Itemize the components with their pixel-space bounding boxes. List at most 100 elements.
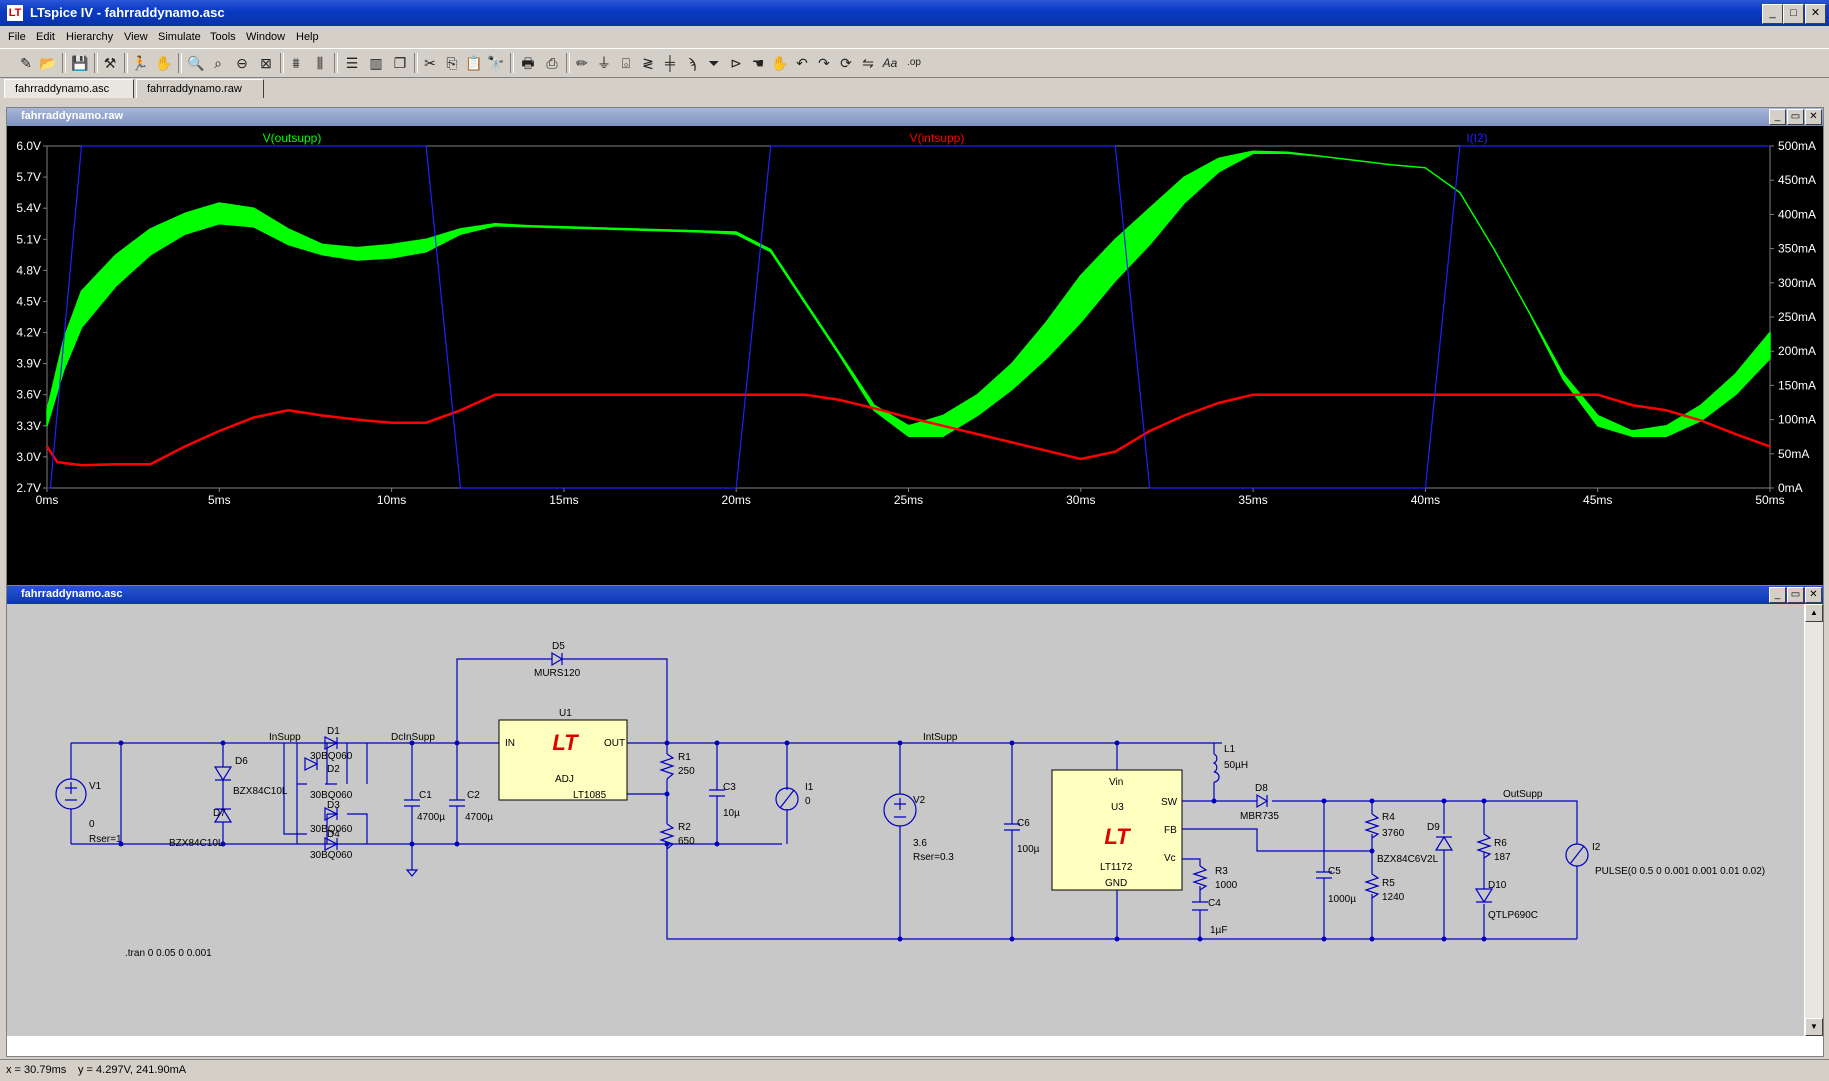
drag-icon[interactable]: ✋ [770, 53, 790, 73]
ground-icon[interactable]: ⏚ [594, 53, 614, 73]
menu-file[interactable]: File [8, 31, 26, 43]
paste-icon[interactable]: 📋 [464, 53, 484, 73]
menu-window[interactable]: Window [246, 31, 285, 43]
y-left-tick-label: 5.7V [16, 170, 41, 184]
waveform-plot[interactable]: 0ms 5ms 10ms 15ms 20ms 25ms 30ms 35ms 40ms 45ms 50… [7, 126, 1823, 588]
cut-icon[interactable]: ✂ [420, 53, 440, 73]
waveform-restore-button[interactable]: ▭ [1787, 109, 1804, 125]
toolbar-separator [280, 53, 284, 73]
menu-help[interactable]: Help [296, 31, 319, 43]
halt-icon[interactable]: ✋ [154, 53, 174, 73]
svg-text:U1: U1 [559, 708, 572, 719]
open-icon[interactable]: 📂 [38, 53, 58, 73]
minimize-button[interactable]: _ [1762, 4, 1783, 24]
chart-legend: V(outsupp) V(intsupp) I(I2) [263, 131, 1488, 145]
zoom-fit-icon[interactable]: ⊠ [256, 53, 276, 73]
svg-text:PULSE(0 0.5 0 0.001 0.001 0.01: PULSE(0 0.5 0 0.001 0.001 0.01 0.02) [1595, 866, 1765, 877]
c1-capacitor-icon [404, 799, 420, 807]
svg-text:4700µ: 4700µ [465, 812, 493, 823]
waveform-close-button[interactable]: ✕ [1805, 109, 1822, 125]
copy-icon[interactable]: ⎘ [442, 53, 462, 73]
label-net-icon[interactable]: ⌺ [616, 53, 636, 73]
svg-text:0: 0 [89, 819, 95, 830]
y-right-tick-label: 500mA [1778, 139, 1816, 153]
zoom-pan-icon[interactable]: ⌕ [208, 53, 228, 73]
svg-text:C5: C5 [1328, 866, 1341, 877]
undo-icon[interactable]: ↶ [792, 53, 812, 73]
component-icon[interactable]: ⊳ [726, 53, 746, 73]
svg-text:0: 0 [805, 796, 811, 807]
scroll-up-icon[interactable]: ▲ [1805, 604, 1823, 622]
new-schematic-icon[interactable]: ✎ [16, 53, 36, 73]
tab-waveform[interactable]: fahrraddynamo.raw [136, 79, 264, 98]
svg-text:BZX84C6V2L: BZX84C6V2L [1377, 854, 1439, 865]
scroll-down-icon[interactable]: ▼ [1805, 1018, 1823, 1036]
zoom-out-icon[interactable]: ⊖ [232, 53, 252, 73]
ltspice-logo-icon: LT [7, 5, 23, 21]
svg-text:D3: D3 [327, 800, 340, 811]
r1-resistor-icon [659, 753, 675, 780]
autorange-icon[interactable]: ⩩ [286, 53, 306, 73]
svg-text:4700µ: 4700µ [417, 812, 445, 823]
svg-text:QTLP690C: QTLP690C [1488, 910, 1538, 921]
menu-tools[interactable]: Tools [210, 31, 236, 43]
toolbar-separator [566, 53, 570, 73]
svg-text:30BQ060: 30BQ060 [310, 751, 353, 762]
menu-view[interactable]: View [124, 31, 148, 43]
waveform-chart[interactable]: 0ms 5ms 10ms 15ms 20ms 25ms 30ms 35ms 40ms 45ms 50… [7, 126, 1823, 588]
menu-edit[interactable]: Edit [36, 31, 55, 43]
schematic-components [55, 651, 1589, 911]
diode-icon[interactable]: ⏷ [704, 53, 724, 73]
svg-text:D4: D4 [327, 829, 340, 840]
schematic-canvas[interactable]: LT LT InSupp DcInSupp IntSupp OutSupp V1… [7, 604, 1804, 1036]
tile-vertical-icon[interactable]: ▥ [366, 53, 386, 73]
svg-text:R1: R1 [678, 752, 691, 763]
move-icon[interactable]: ☚ [748, 53, 768, 73]
svg-text:I1: I1 [805, 782, 814, 793]
maximize-button[interactable]: □ [1783, 4, 1804, 24]
inductor-icon[interactable]: ϡ [682, 53, 702, 73]
find-icon[interactable]: 🔭 [486, 53, 506, 73]
tab-schematic[interactable]: fahrraddynamo.asc [4, 79, 134, 98]
y-left-tick-label: 3.0V [16, 450, 41, 464]
waveform-minimize-button[interactable]: _ [1769, 109, 1786, 125]
svg-text:D2: D2 [327, 764, 340, 775]
svg-text:Vin: Vin [1109, 777, 1123, 788]
run-icon[interactable]: 🏃 [130, 53, 150, 73]
schematic-minimize-button[interactable]: _ [1769, 587, 1786, 603]
capacitor-icon[interactable]: ╪ [660, 53, 680, 73]
svg-text:1240: 1240 [1382, 892, 1405, 903]
schematic-title-bar[interactable]: fahrraddynamo.asc _ ▭ ✕ [7, 586, 1823, 604]
control-panel-icon[interactable]: ⚒ [100, 53, 120, 73]
draw-wire-icon[interactable]: ✏ [572, 53, 592, 73]
zoom-in-icon[interactable]: 🔍 [186, 53, 206, 73]
y-left-tick-label: 5.1V [16, 232, 41, 246]
mirror-icon[interactable]: ⇋ [858, 53, 878, 73]
app-title-bar[interactable]: LT LTspice IV - fahrraddynamo.asc _ □ ✕ [0, 0, 1829, 26]
fit-x-icon[interactable]: ⫼ [310, 53, 330, 73]
l1-inductor-icon [1212, 753, 1220, 783]
save-icon[interactable]: 💾 [70, 53, 90, 73]
schematic-vertical-scrollbar[interactable]: ▲ ▼ [1805, 604, 1823, 1036]
schematic-close-button[interactable]: ✕ [1805, 587, 1822, 603]
resistor-icon[interactable]: ≷ [638, 53, 658, 73]
waveform-title-bar[interactable]: fahrraddynamo.raw _ ▭ ✕ [7, 108, 1823, 126]
menu-simulate[interactable]: Simulate [158, 31, 201, 43]
svg-text:Vc: Vc [1164, 853, 1176, 864]
spice-directive-icon[interactable]: .op [904, 53, 924, 73]
schematic-restore-button[interactable]: ▭ [1787, 587, 1804, 603]
tile-horizontal-icon[interactable]: ☰ [342, 53, 362, 73]
print-icon[interactable]: ⎙ [542, 53, 562, 73]
svg-text:D7: D7 [213, 808, 226, 819]
cascade-icon[interactable]: ❐ [390, 53, 410, 73]
svg-text:650: 650 [678, 836, 695, 847]
menu-hierarchy[interactable]: Hierarchy [66, 31, 113, 43]
redo-icon[interactable]: ↷ [814, 53, 834, 73]
close-button[interactable]: ✕ [1805, 4, 1826, 24]
document-tabs: fahrraddynamo.asc fahrraddynamo.raw [0, 77, 1829, 99]
text-icon[interactable]: Aa [880, 53, 900, 73]
ground-icon [405, 869, 419, 877]
svg-text:30BQ060: 30BQ060 [310, 850, 353, 861]
print-preview-icon[interactable]: 🖶 [518, 53, 538, 73]
rotate-icon[interactable]: ⟳ [836, 53, 856, 73]
